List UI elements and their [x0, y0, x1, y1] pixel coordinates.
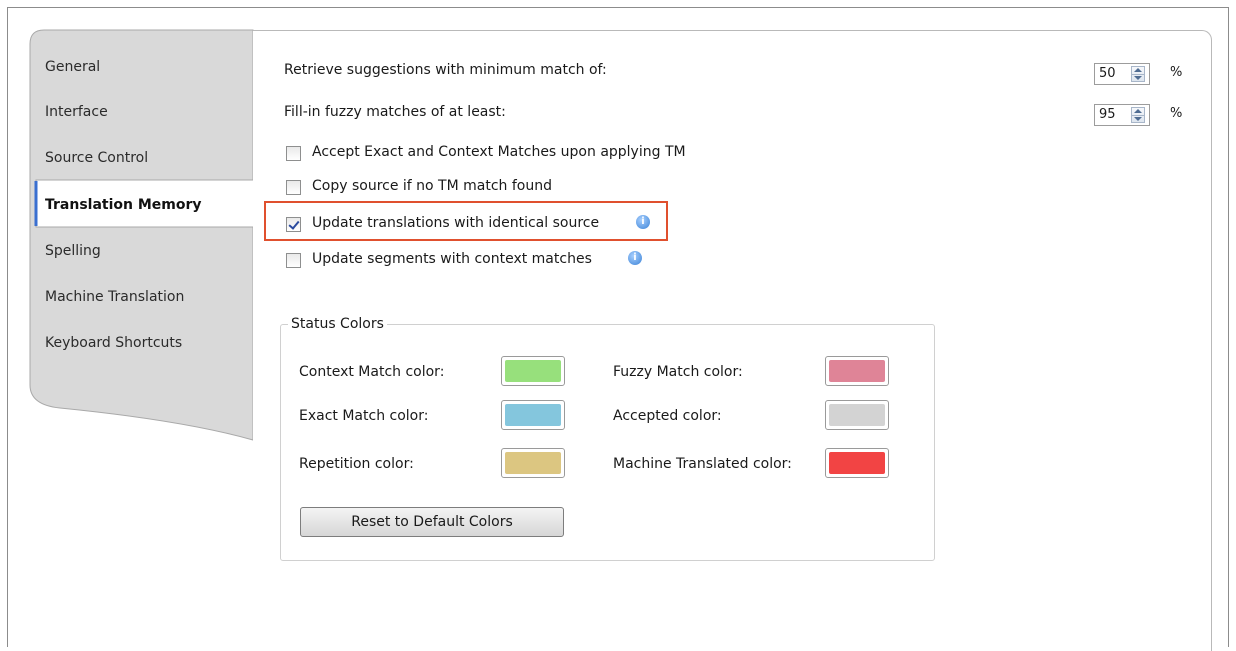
tab-interface[interactable]: Interface: [45, 102, 108, 122]
info-icon[interactable]: i: [628, 251, 642, 265]
copy-source-label[interactable]: Copy source if no TM match found: [312, 178, 552, 194]
machine-translated-color-swatch[interactable]: [825, 448, 889, 478]
spin-arrows-icon[interactable]: [1131, 66, 1145, 82]
exact-match-color-swatch[interactable]: [501, 400, 565, 430]
context-match-color-label: Context Match color:: [299, 364, 445, 380]
status-colors-title: Status Colors: [288, 316, 387, 332]
min-match-label: Retrieve suggestions with minimum match …: [284, 62, 607, 78]
fuzzy-match-color-swatch[interactable]: [825, 356, 889, 386]
tab-translation-memory[interactable]: Translation Memory: [45, 195, 202, 215]
tab-spelling[interactable]: Spelling: [45, 241, 101, 261]
update-context-checkbox[interactable]: [286, 253, 301, 268]
min-match-spinbox[interactable]: 50: [1094, 63, 1150, 85]
exact-match-color-label: Exact Match color:: [299, 408, 429, 424]
fuzzy-fill-spinbox[interactable]: 95: [1094, 104, 1150, 126]
context-match-color-swatch[interactable]: [501, 356, 565, 386]
accept-exact-context-label[interactable]: Accept Exact and Context Matches upon ap…: [312, 144, 686, 160]
spin-arrows-icon[interactable]: [1131, 107, 1145, 123]
fuzzy-fill-label: Fill-in fuzzy matches of at least:: [284, 104, 506, 120]
min-match-percent: %: [1170, 65, 1183, 80]
repetition-color-swatch[interactable]: [501, 448, 565, 478]
update-context-label[interactable]: Update segments with context matches: [312, 251, 592, 267]
fuzzy-fill-percent: %: [1170, 106, 1183, 121]
machine-translated-color-label: Machine Translated color:: [613, 456, 792, 472]
accepted-color-swatch[interactable]: [825, 400, 889, 430]
tab-keyboard-shortcuts[interactable]: Keyboard Shortcuts: [45, 333, 182, 353]
fuzzy-fill-value: 95: [1099, 107, 1116, 122]
copy-source-checkbox[interactable]: [286, 180, 301, 195]
fuzzy-match-color-label: Fuzzy Match color:: [613, 364, 743, 380]
highlight-box: [264, 201, 668, 241]
repetition-color-label: Repetition color:: [299, 456, 414, 472]
tab-source-control[interactable]: Source Control: [45, 148, 148, 168]
accepted-color-label: Accepted color:: [613, 408, 722, 424]
min-match-value: 50: [1099, 66, 1116, 81]
reset-default-colors-button[interactable]: Reset to Default Colors: [300, 507, 564, 537]
tab-general[interactable]: General: [45, 57, 100, 77]
accept-exact-context-checkbox[interactable]: [286, 146, 301, 161]
tab-machine-translation[interactable]: Machine Translation: [45, 287, 184, 307]
